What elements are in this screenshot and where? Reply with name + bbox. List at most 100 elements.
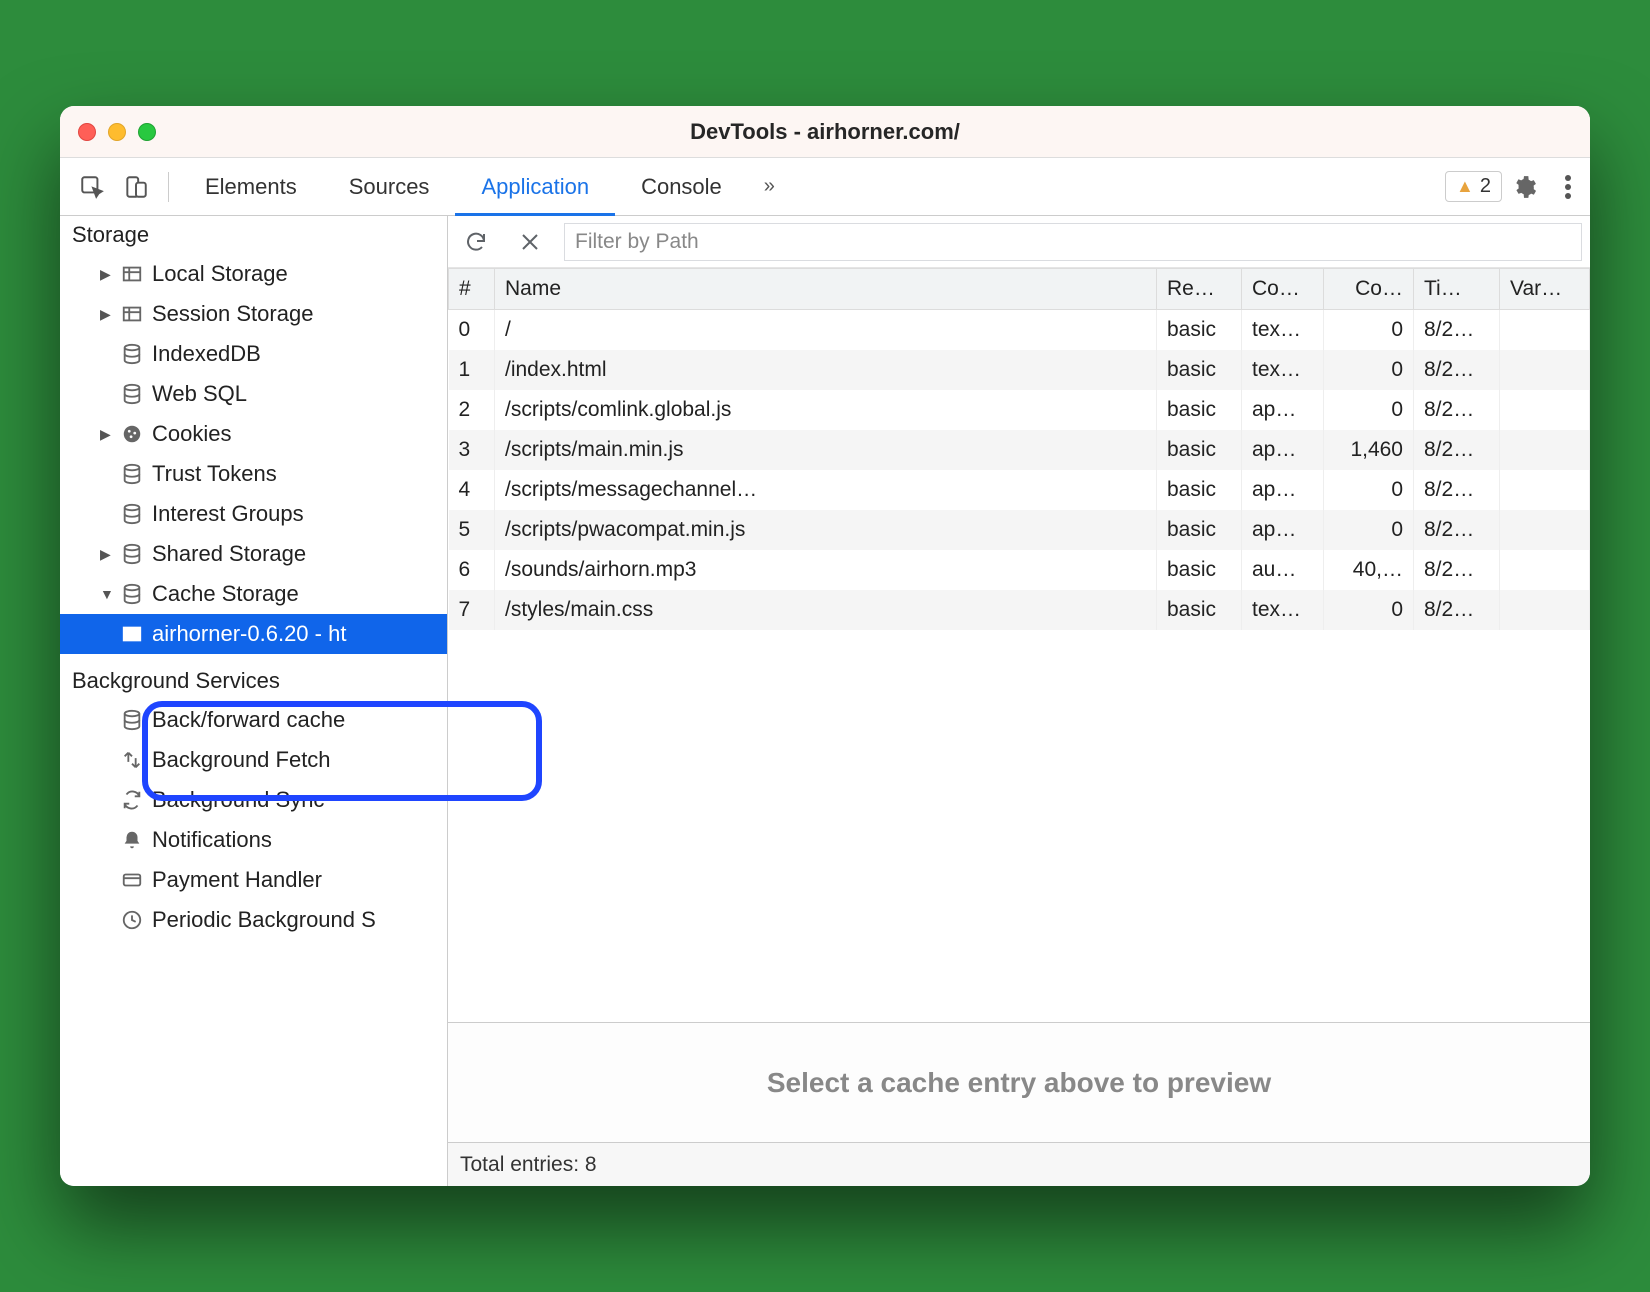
- cell: [1500, 390, 1590, 430]
- grid-icon: [118, 623, 146, 645]
- cell: 5: [449, 510, 495, 550]
- tab-application[interactable]: Application: [455, 158, 615, 216]
- cell: 8/2…: [1414, 590, 1500, 630]
- sidebar-item-local-storage[interactable]: ▶Local Storage: [60, 254, 447, 294]
- table-row[interactable]: 4/scripts/messagechannel…basicap…08/2…: [449, 470, 1590, 510]
- warning-icon: ▲: [1456, 176, 1474, 197]
- sidebar-item-label: Cache Storage: [146, 581, 299, 607]
- caret-down-icon: ▼: [100, 586, 118, 602]
- cell: basic: [1157, 550, 1242, 590]
- sidebar-item-cookies[interactable]: ▶Cookies: [60, 414, 447, 454]
- cell: basic: [1157, 390, 1242, 430]
- cell: 40,…: [1324, 550, 1414, 590]
- titlebar: DevTools - airhorner.com/: [60, 106, 1590, 158]
- cell: ap…: [1242, 390, 1324, 430]
- table-row[interactable]: 1/index.htmlbasictex…08/2…: [449, 350, 1590, 390]
- cell: /sounds/airhorn.mp3: [495, 550, 1157, 590]
- table-row[interactable]: 7/styles/main.cssbasictex…08/2…: [449, 590, 1590, 630]
- cell: tex…: [1242, 350, 1324, 390]
- clock-icon: [118, 909, 146, 931]
- table-row[interactable]: 6/sounds/airhorn.mp3basicau…40,…8/2…: [449, 550, 1590, 590]
- column-header[interactable]: Ti…: [1414, 269, 1500, 310]
- sidebar-item-cache-storage[interactable]: ▼ Cache Storage: [60, 574, 447, 614]
- window-controls: [78, 123, 156, 141]
- cell: tex…: [1242, 310, 1324, 351]
- kebab-menu-icon[interactable]: [1546, 165, 1590, 209]
- device-toolbar-icon[interactable]: [114, 165, 158, 209]
- close-window-button[interactable]: [78, 123, 96, 141]
- db-icon: [118, 343, 146, 365]
- column-header[interactable]: Co…: [1324, 269, 1414, 310]
- tab-console[interactable]: Console: [615, 158, 748, 216]
- minimize-window-button[interactable]: [108, 123, 126, 141]
- column-header[interactable]: #: [449, 269, 495, 310]
- sidebar-item-label: Back/forward cache: [146, 707, 345, 733]
- filter-input[interactable]: [564, 223, 1582, 261]
- sidebar-item-airhorner-0-6-20-ht[interactable]: airhorner-0.6.20 - ht: [60, 614, 447, 654]
- sidebar-section-background-services: Background Services: [60, 662, 447, 698]
- tab-elements[interactable]: Elements: [179, 158, 323, 216]
- sidebar-item-indexeddb[interactable]: IndexedDB: [60, 334, 447, 374]
- table-row[interactable]: 2/scripts/comlink.global.jsbasicap…08/2…: [449, 390, 1590, 430]
- sidebar-item-interest-groups[interactable]: Interest Groups: [60, 494, 447, 534]
- sync-icon: [118, 789, 146, 811]
- grid-icon: [118, 303, 146, 325]
- warning-count: 2: [1480, 175, 1491, 198]
- cell: basic: [1157, 510, 1242, 550]
- sidebar-item-back-forward-cache[interactable]: Back/forward cache: [60, 700, 447, 740]
- table-row[interactable]: 3/scripts/main.min.jsbasicap…1,4608/2…: [449, 430, 1590, 470]
- issues-badge[interactable]: ▲ 2: [1445, 171, 1502, 202]
- cell: au…: [1242, 550, 1324, 590]
- cell: /scripts/comlink.global.js: [495, 390, 1157, 430]
- sidebar-item-web-sql[interactable]: Web SQL: [60, 374, 447, 414]
- db-icon: [118, 583, 146, 605]
- settings-icon[interactable]: [1502, 165, 1546, 209]
- sidebar-item-payment-handler[interactable]: Payment Handler: [60, 860, 447, 900]
- grid-icon: [118, 263, 146, 285]
- caret-right-icon: ▶: [100, 306, 118, 323]
- sidebar-item-label: Web SQL: [146, 381, 247, 407]
- cell: 0: [1324, 350, 1414, 390]
- column-header[interactable]: Var…: [1500, 269, 1590, 310]
- refresh-button[interactable]: [456, 222, 496, 262]
- cell: basic: [1157, 310, 1242, 351]
- inspect-element-icon[interactable]: [70, 165, 114, 209]
- cell: 0: [1324, 310, 1414, 351]
- db-icon: [118, 503, 146, 525]
- cookie-icon: [118, 423, 146, 445]
- delete-button[interactable]: [510, 222, 550, 262]
- zoom-window-button[interactable]: [138, 123, 156, 141]
- column-header[interactable]: Re…: [1157, 269, 1242, 310]
- cell: ap…: [1242, 510, 1324, 550]
- sidebar-item-notifications[interactable]: Notifications: [60, 820, 447, 860]
- cell: 8/2…: [1414, 550, 1500, 590]
- sidebar-item-label: Trust Tokens: [146, 461, 277, 487]
- cell: 0: [1324, 470, 1414, 510]
- tabs-overflow-button[interactable]: »: [748, 175, 791, 198]
- sidebar-item-label: IndexedDB: [146, 341, 261, 367]
- table-row[interactable]: 0/basictex…08/2…: [449, 310, 1590, 351]
- sidebar-section-storage: Storage: [60, 216, 447, 252]
- table-row[interactable]: 5/scripts/pwacompat.min.jsbasicap…08/2…: [449, 510, 1590, 550]
- cell: 2: [449, 390, 495, 430]
- column-header[interactable]: Name: [495, 269, 1157, 310]
- cell: 1: [449, 350, 495, 390]
- sidebar-item-session-storage[interactable]: ▶Session Storage: [60, 294, 447, 334]
- separator: [168, 172, 169, 202]
- sidebar-item-trust-tokens[interactable]: Trust Tokens: [60, 454, 447, 494]
- cell: basic: [1157, 590, 1242, 630]
- cell: 0: [449, 310, 495, 351]
- column-header[interactable]: Co…: [1242, 269, 1324, 310]
- cell: 8/2…: [1414, 470, 1500, 510]
- cell: 0: [1324, 390, 1414, 430]
- sidebar-item-periodic-background-s[interactable]: Periodic Background S: [60, 900, 447, 940]
- sidebar-item-shared-storage[interactable]: ▶Shared Storage: [60, 534, 447, 574]
- sidebar-item-background-fetch[interactable]: Background Fetch: [60, 740, 447, 780]
- db-icon: [118, 383, 146, 405]
- tab-sources[interactable]: Sources: [323, 158, 456, 216]
- sidebar-item-background-sync[interactable]: Background Sync: [60, 780, 447, 820]
- devtools-tabbar: ElementsSourcesApplicationConsole » ▲ 2: [60, 158, 1590, 216]
- sidebar-item-label: Notifications: [146, 827, 272, 853]
- bell-icon: [118, 829, 146, 851]
- application-sidebar: Storage ▶Local Storage▶Session Storage In…: [60, 216, 448, 1186]
